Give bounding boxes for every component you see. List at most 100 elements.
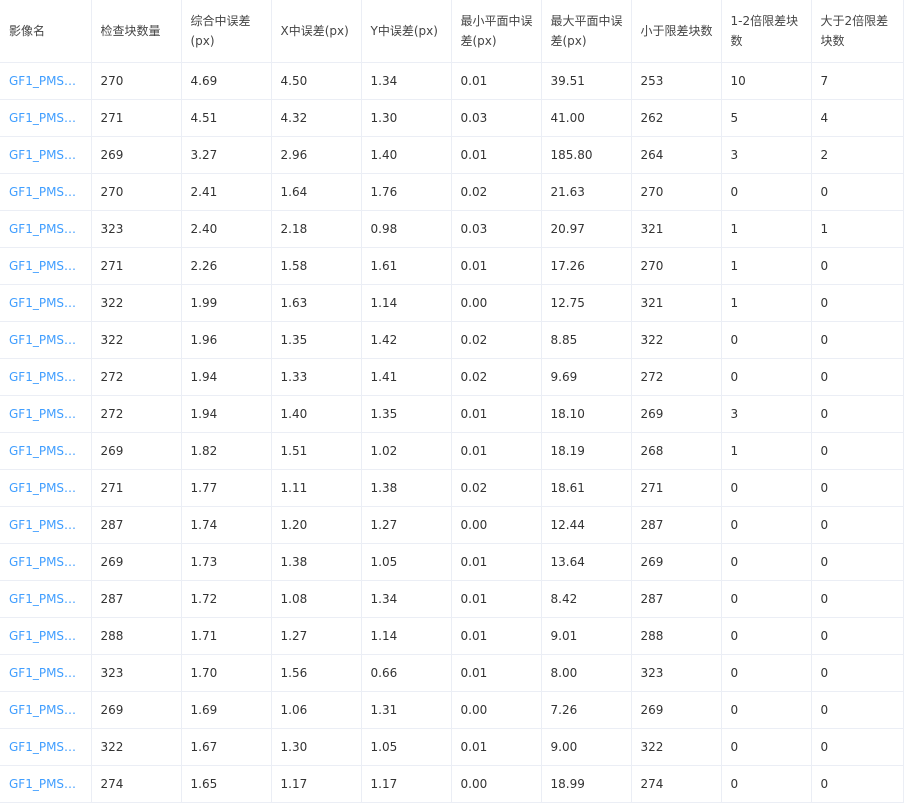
- image-name-link[interactable]: GF1_PMS1_...: [9, 518, 83, 532]
- over-2x-limit-count-cell: 0: [811, 617, 904, 655]
- within-limit-count-cell: 271: [631, 469, 722, 507]
- within-limit-count-cell: 269: [631, 395, 722, 433]
- within-limit-count-cell: 269: [631, 543, 722, 581]
- within-limit-count-cell: 321: [631, 284, 722, 322]
- over-2x-limit-count-cell: 0: [811, 654, 904, 692]
- image-name-link[interactable]: GF1_PMS2_...: [9, 740, 83, 754]
- image-name-link[interactable]: GF1_PMS2_...: [9, 74, 83, 88]
- table-row: GF1_PMS2_... 322 1.67 1.30 1.05 0.01 9.00 322 0 0: [0, 728, 904, 766]
- image-name-cell: GF1_PMS1_...: [0, 395, 92, 433]
- max-plane-error-cell: 9.69: [541, 358, 632, 396]
- image-name-cell: GF1_PMS1_...: [0, 432, 92, 470]
- image-name-link[interactable]: GF1_PMS2_...: [9, 629, 83, 643]
- image-name-link[interactable]: GF1_PMS2_...: [9, 333, 83, 347]
- image-name-link[interactable]: GF1_PMS2_...: [9, 222, 83, 236]
- image-name-link[interactable]: GF1_PMS1_...: [9, 592, 83, 606]
- image-name-cell: GF1_PMS1_...: [0, 543, 92, 581]
- image-name-cell: GF1_PMS1_...: [0, 691, 92, 729]
- image-name-link[interactable]: GF1_PMS1_...: [9, 185, 83, 199]
- check-block-count-cell: 270: [91, 173, 182, 211]
- min-plane-error-cell: 0.01: [451, 395, 542, 433]
- image-name-cell: GF1_PMS2_...: [0, 136, 92, 174]
- over-2x-limit-count-cell: 0: [811, 284, 904, 322]
- min-plane-error-cell: 0.00: [451, 506, 542, 544]
- max-plane-error-cell: 12.44: [541, 506, 632, 544]
- 1-2x-limit-count-cell: 0: [721, 691, 812, 729]
- image-name-link[interactable]: GF1_PMS1_...: [9, 259, 83, 273]
- overall-rmse-cell: 2.40: [181, 210, 272, 248]
- overall-rmse-cell: 1.72: [181, 580, 272, 618]
- image-name-link[interactable]: GF1_PMS1_...: [9, 111, 83, 125]
- within-limit-count-cell: 270: [631, 247, 722, 285]
- min-plane-error-cell: 0.01: [451, 62, 542, 100]
- 1-2x-limit-count-cell: 0: [721, 543, 812, 581]
- image-name-link[interactable]: GF1_PMS1_...: [9, 555, 83, 569]
- max-plane-error-cell: 20.97: [541, 210, 632, 248]
- column-header-1-2x-limit-count: 1-2倍限差块数: [721, 0, 812, 63]
- over-2x-limit-count-cell: 0: [811, 432, 904, 470]
- table-row: GF1_PMS2_... 323 2.40 2.18 0.98 0.03 20.97 321 1…: [0, 210, 904, 248]
- y-rmse-cell: 1.14: [361, 617, 452, 655]
- min-plane-error-cell: 0.02: [451, 358, 542, 396]
- table-row: GF1_PMS1_... 270 2.41 1.64 1.76 0.02 21.63 270 0…: [0, 173, 904, 211]
- 1-2x-limit-count-cell: 5: [721, 99, 812, 137]
- y-rmse-cell: 0.98: [361, 210, 452, 248]
- max-plane-error-cell: 41.00: [541, 99, 632, 137]
- image-name-cell: GF1_PMS1_...: [0, 506, 92, 544]
- check-block-count-cell: 274: [91, 765, 182, 803]
- x-rmse-cell: 1.30: [271, 728, 362, 766]
- x-rmse-cell: 1.17: [271, 765, 362, 803]
- image-name-link[interactable]: GF1_PMS2_...: [9, 481, 83, 495]
- image-name-cell: GF1_PMS2_...: [0, 321, 92, 359]
- image-name-link[interactable]: GF1_PMS2_...: [9, 666, 83, 680]
- image-name-link[interactable]: GF1_PMS2_...: [9, 148, 83, 162]
- image-name-link[interactable]: GF1_PMS1_...: [9, 444, 83, 458]
- min-plane-error-cell: 0.01: [451, 728, 542, 766]
- over-2x-limit-count-cell: 0: [811, 543, 904, 581]
- min-plane-error-cell: 0.02: [451, 173, 542, 211]
- x-rmse-cell: 2.96: [271, 136, 362, 174]
- image-name-cell: GF1_PMS2_...: [0, 765, 92, 803]
- check-block-count-cell: 269: [91, 691, 182, 729]
- y-rmse-cell: 1.42: [361, 321, 452, 359]
- x-rmse-cell: 1.63: [271, 284, 362, 322]
- max-plane-error-cell: 12.75: [541, 284, 632, 322]
- image-name-link[interactable]: GF1_PMS1_...: [9, 407, 83, 421]
- 1-2x-limit-count-cell: 0: [721, 654, 812, 692]
- within-limit-count-cell: 264: [631, 136, 722, 174]
- table-row: GF1_PMS1_... 269 1.82 1.51 1.02 0.01 18.19 268 1…: [0, 432, 904, 470]
- table-row: GF1_PMS2_... 272 1.94 1.33 1.41 0.02 9.69 272 0 0: [0, 358, 904, 396]
- min-plane-error-cell: 0.02: [451, 469, 542, 507]
- image-name-link[interactable]: GF1_PMS2_...: [9, 777, 83, 791]
- within-limit-count-cell: 274: [631, 765, 722, 803]
- within-limit-count-cell: 262: [631, 99, 722, 137]
- image-name-link[interactable]: GF1_PMS1_...: [9, 703, 83, 717]
- max-plane-error-cell: 18.99: [541, 765, 632, 803]
- min-plane-error-cell: 0.03: [451, 99, 542, 137]
- x-rmse-cell: 1.38: [271, 543, 362, 581]
- min-plane-error-cell: 0.00: [451, 765, 542, 803]
- table-row: GF1_PMS2_... 274 1.65 1.17 1.17 0.00 18.99 274 0…: [0, 765, 904, 803]
- image-name-cell: GF1_PMS2_...: [0, 728, 92, 766]
- within-limit-count-cell: 321: [631, 210, 722, 248]
- max-plane-error-cell: 185.80: [541, 136, 632, 174]
- max-plane-error-cell: 9.01: [541, 617, 632, 655]
- overall-rmse-cell: 1.82: [181, 432, 272, 470]
- image-name-link[interactable]: GF1_PMS2_...: [9, 370, 83, 384]
- over-2x-limit-count-cell: 0: [811, 691, 904, 729]
- image-name-cell: GF1_PMS2_...: [0, 210, 92, 248]
- min-plane-error-cell: 0.00: [451, 691, 542, 729]
- min-plane-error-cell: 0.01: [451, 580, 542, 618]
- within-limit-count-cell: 323: [631, 654, 722, 692]
- image-name-link[interactable]: GF1_PMS2_...: [9, 296, 83, 310]
- x-rmse-cell: 4.32: [271, 99, 362, 137]
- header-row: 影像名 检查块数量 综合中误差(px) X中误差(px) Y中误差(px) 最小平面中误差…: [0, 0, 904, 63]
- y-rmse-cell: 1.61: [361, 247, 452, 285]
- table-row: GF1_PMS2_... 269 3.27 2.96 1.40 0.01 185.80 264…: [0, 136, 904, 174]
- image-name-cell: GF1_PMS2_...: [0, 62, 92, 100]
- image-name-cell: GF1_PMS1_...: [0, 99, 92, 137]
- y-rmse-cell: 1.38: [361, 469, 452, 507]
- overall-rmse-cell: 1.94: [181, 358, 272, 396]
- y-rmse-cell: 1.27: [361, 506, 452, 544]
- overall-rmse-cell: 3.27: [181, 136, 272, 174]
